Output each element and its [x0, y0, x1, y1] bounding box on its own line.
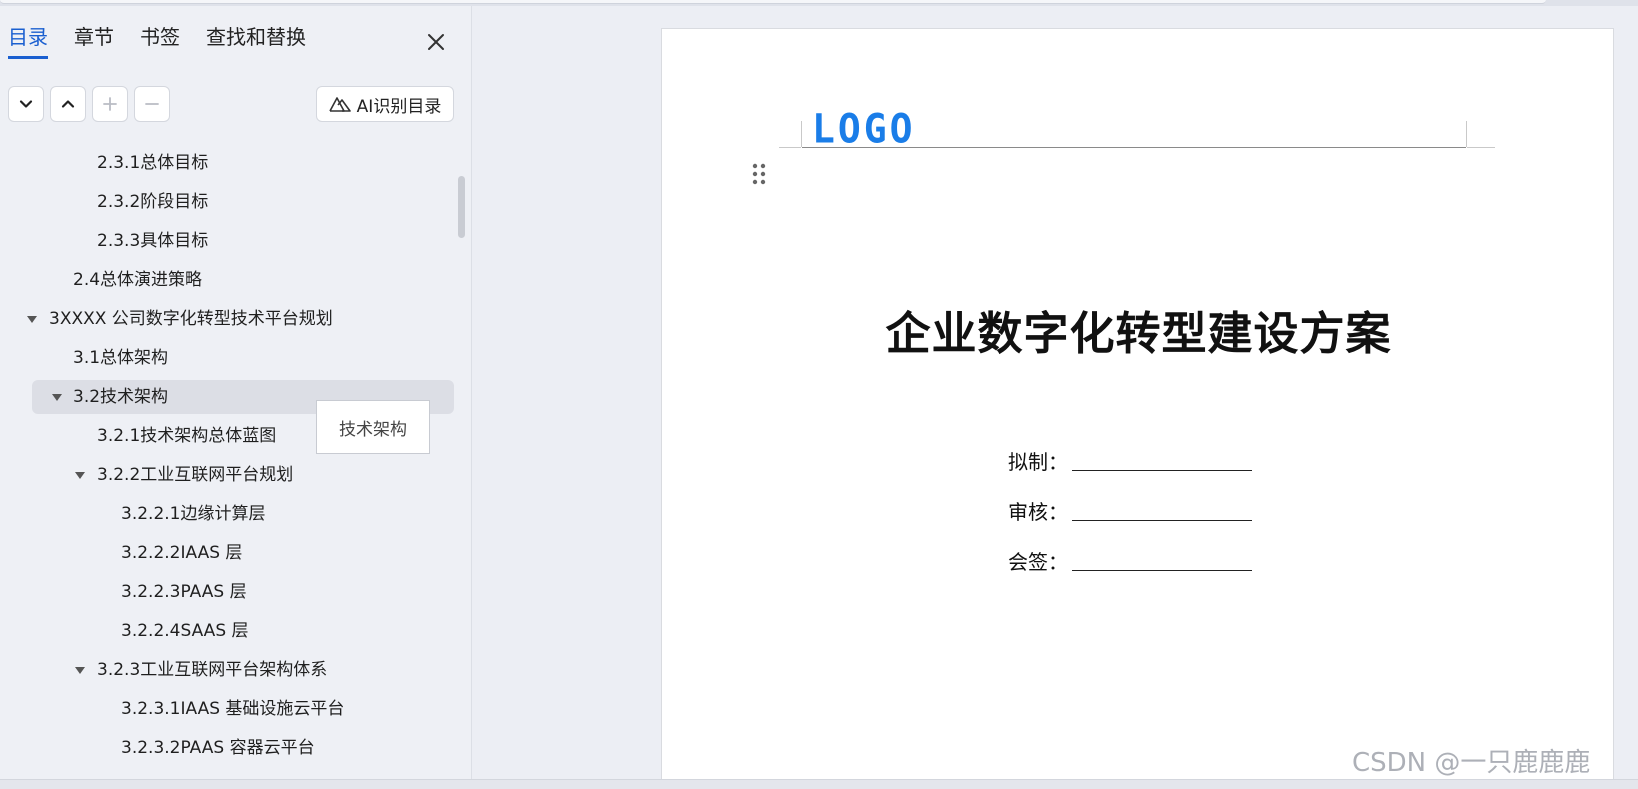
navigation-panel: 目录 章节 书签 查找和替换 AI识别目录 2.3.1总体目标 2.3.2阶段目… [0, 6, 472, 789]
toc-item[interactable]: 2.3.2阶段目标 [97, 185, 208, 219]
expand-all-button[interactable] [8, 86, 44, 122]
plus-icon [103, 97, 117, 111]
watermark: CSDN @一只鹿鹿鹿 [1352, 748, 1591, 778]
toc-item[interactable]: 3.2.2.4SAAS 层 [121, 614, 249, 648]
margin-mark [779, 147, 801, 148]
caret-down-icon[interactable] [52, 394, 62, 401]
tab-toc[interactable]: 目录 [8, 24, 48, 59]
tab-chapters[interactable]: 章节 [74, 24, 114, 56]
panel-tabs: 目录 章节 书签 查找和替换 [8, 24, 306, 64]
minus-icon [145, 103, 159, 105]
document-title: 企业数字化转型建设方案 [885, 307, 1392, 360]
add-heading-button[interactable] [92, 86, 128, 122]
toc-item[interactable]: 2.3.3具体目标 [97, 224, 208, 258]
sign-line [1072, 570, 1252, 571]
margin-mark [1467, 147, 1495, 148]
sign-line [1072, 520, 1252, 521]
sign-label: 会签： [1008, 550, 1068, 574]
toc-item[interactable]: 2.3.1总体目标 [97, 146, 208, 180]
chevron-down-icon [19, 100, 33, 108]
toc-item[interactable]: 3.2.1技术架构总体蓝图 [97, 419, 276, 453]
tab-bookmarks[interactable]: 书签 [140, 24, 180, 56]
sign-field: 审核： [1008, 495, 1252, 525]
sign-line [1072, 470, 1252, 471]
toc-item[interactable]: 2.4总体演进策略 [73, 263, 202, 297]
toc-item[interactable]: 3.2.2.3PAAS 层 [121, 575, 247, 609]
ai-button-label: AI识别目录 [356, 96, 442, 117]
margin-mark [801, 121, 802, 147]
close-icon [428, 34, 444, 50]
ai-mountain-icon [328, 97, 351, 112]
status-bar [0, 779, 1638, 789]
toc-item[interactable]: 3.1总体架构 [73, 341, 168, 375]
collapse-all-button[interactable] [50, 86, 86, 122]
remove-heading-button[interactable] [134, 86, 170, 122]
caret-down-icon[interactable] [27, 316, 37, 323]
document-page[interactable]: LOGO 企业数字化转型建设方案 拟制： 审核： 会签： [661, 28, 1614, 789]
toc-item[interactable]: 3.2.2.1边缘计算层 [121, 497, 265, 531]
sign-field: 会签： [1008, 545, 1252, 575]
logo: LOGO [812, 105, 916, 153]
chevron-up-icon [61, 100, 75, 108]
toc-item[interactable]: 3.2.3.2PAAS 容器云平台 [121, 731, 315, 765]
sign-label: 审核： [1008, 500, 1068, 524]
sign-label: 拟制： [1008, 450, 1068, 474]
close-panel-button[interactable] [424, 30, 448, 54]
tab-find-replace[interactable]: 查找和替换 [206, 24, 306, 56]
drag-handle-icon[interactable] [752, 162, 766, 186]
toc-item[interactable]: 3.2.2.2IAAS 层 [121, 536, 242, 570]
caret-down-icon[interactable] [75, 472, 85, 479]
top-bar [0, 0, 1546, 4]
toc-item[interactable]: 3.2.3工业互联网平台架构体系 [73, 653, 327, 687]
toc-tree: 2.3.1总体目标 2.3.2阶段目标 2.3.3具体目标 2.4总体演进策略 … [0, 146, 458, 789]
document-area: LOGO 企业数字化转型建设方案 拟制： 审核： 会签： [473, 6, 1638, 789]
margin-mark [1466, 121, 1467, 147]
caret-down-icon[interactable] [75, 667, 85, 674]
toc-toolbar: AI识别目录 [8, 86, 454, 122]
tooltip: 技术架构 [316, 400, 430, 454]
toc-item[interactable]: 3.2.2工业互联网平台规划 [73, 458, 293, 492]
toc-item[interactable]: 3.2.3.1IAAS 基础设施云平台 [121, 692, 344, 726]
toc-item[interactable]: 3XXXX 公司数字化转型技术平台规划 [26, 302, 333, 336]
ai-recognize-toc-button[interactable]: AI识别目录 [316, 86, 454, 122]
toc-scrollbar[interactable] [458, 176, 465, 238]
sign-field: 拟制： [1008, 445, 1252, 475]
